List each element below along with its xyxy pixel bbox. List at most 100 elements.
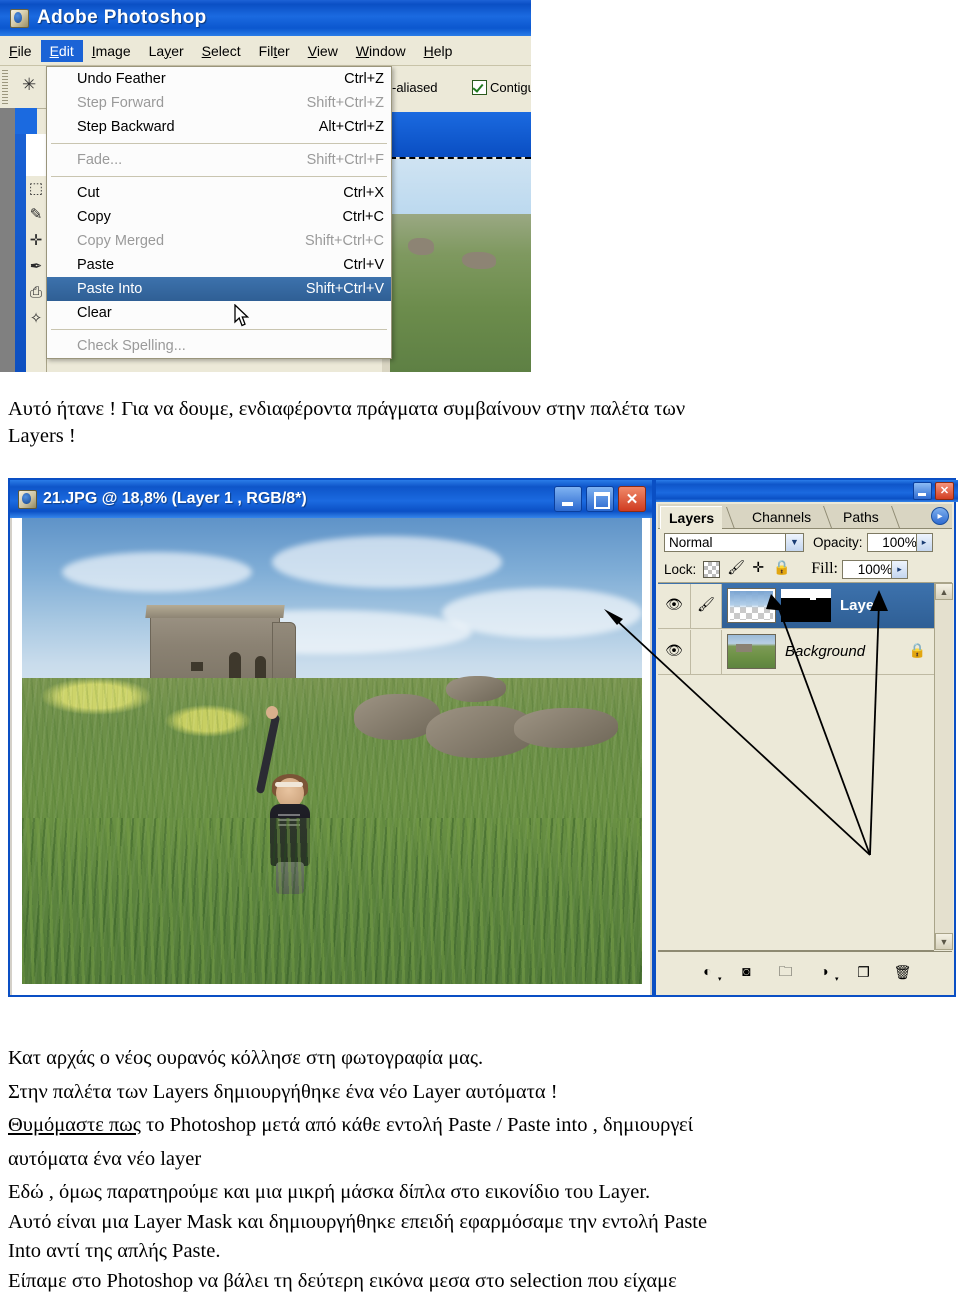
table-row[interactable]: 👁 🖌 Laye...	[658, 583, 934, 629]
edit-dropdown-menu[interactable]: Undo Feather Ctrl+Z Step Forward Shift+C…	[46, 66, 392, 359]
menu-item-shortcut: Shift+Ctrl+V	[306, 281, 384, 297]
tab-divider	[813, 506, 832, 528]
layers-list-scrollbar[interactable]: ▲ ▼	[934, 583, 953, 950]
fill-slider-arrow-icon[interactable]: ▸	[891, 561, 907, 578]
new-group-folder-icon[interactable]: 🗀	[776, 964, 796, 982]
document-icon	[17, 489, 37, 509]
tab-layers[interactable]: Layers	[660, 506, 722, 529]
menu-item-cut[interactable]: Cut Ctrl+X	[47, 181, 391, 205]
paragraph-2-line-1: Κατ αρχάς ο νέος ουρανός κόλλησε στη φωτ…	[8, 1044, 952, 1074]
tab-channels[interactable]: Channels	[744, 506, 819, 528]
tab-divider	[881, 506, 900, 528]
marquee-tool-icon[interactable]: ⬚	[26, 176, 46, 202]
paragraph-2-line-3: Θυμόμαστε πως το Photoshop μετά από κάθε…	[8, 1111, 952, 1141]
add-layer-mask-icon[interactable]: ◙	[737, 964, 757, 982]
minimize-button[interactable]	[554, 486, 582, 512]
app-menubar[interactable]: File Edit Image Layer Select Filter View…	[0, 36, 531, 66]
lock-move-icon[interactable]: ✛	[750, 562, 766, 576]
contiguous-checkbox[interactable]	[472, 80, 487, 95]
tab-label: Layers	[669, 510, 714, 526]
adjustment-layer-icon[interactable]: ◑▾	[815, 964, 835, 982]
lock-all-padlock-icon[interactable]: 🔒	[773, 562, 789, 576]
background-photo-thumbnail[interactable]	[727, 634, 776, 669]
stone-rubble	[514, 708, 618, 748]
menu-item-label: Step Forward	[77, 95, 164, 111]
menu-item-paste[interactable]: Paste Ctrl+V	[47, 253, 391, 277]
options-bar-right[interactable]: -aliased Contiguo	[390, 66, 531, 114]
fill-input[interactable]: 100% ▸	[842, 560, 908, 579]
opacity-input[interactable]: 100% ▸	[867, 533, 933, 552]
menu-layer[interactable]: Layer	[140, 40, 193, 62]
layers-list[interactable]: 👁 🖌 Laye... 👁 Background 🔒	[658, 583, 934, 951]
lasso-tool-icon[interactable]: ✎	[26, 202, 46, 228]
menu-select[interactable]: Select	[193, 40, 250, 62]
window-edge-blue	[15, 108, 26, 372]
menu-window[interactable]: Window	[347, 40, 415, 62]
palette-close-button[interactable]: ✕	[935, 482, 954, 500]
dropdown-dot-icon: ▾	[718, 975, 722, 983]
lock-paintbrush-icon[interactable]: 🖌	[727, 562, 743, 576]
scroll-down-button[interactable]: ▼	[935, 933, 953, 950]
canvas-preview-sliver	[390, 112, 531, 372]
pasted-sky-band	[390, 112, 531, 157]
canvas-area[interactable]	[12, 518, 650, 995]
palette-tabs[interactable]: Layers Channels Paths	[658, 504, 952, 529]
delete-layer-trash-icon[interactable]: 🗑	[893, 964, 913, 982]
paragraph-3: Εδώ , όμως παρατηρούμε και μια μικρή μάσ…	[8, 1178, 952, 1296]
menu-item-copy-merged: Copy Merged Shift+Ctrl+C	[47, 229, 391, 253]
menu-item-paste-into[interactable]: Paste Into Shift+Ctrl+V	[47, 277, 391, 301]
chevron-down-icon[interactable]: ▼	[785, 534, 803, 551]
close-button[interactable]: ✕	[618, 486, 646, 512]
layer-mask-thumbnail[interactable]	[781, 589, 831, 622]
healing-brush-tool-icon[interactable]: ✒	[26, 254, 46, 280]
magic-wand-tool-icon[interactable]: ✳	[22, 76, 36, 93]
paragraph-1-line-2: Layers !	[8, 423, 952, 450]
maximize-button[interactable]	[586, 486, 614, 512]
palette-minimize-button[interactable]	[913, 482, 932, 500]
menu-filter[interactable]: Filter	[250, 40, 299, 62]
layers-palette-footer[interactable]: ◐▾ ◙ 🗀 ◑▾ ❐ 🗑	[658, 951, 952, 994]
cloud-shape	[272, 536, 502, 588]
table-row[interactable]: 👁 Background 🔒	[658, 629, 934, 675]
menu-item-undo-feather[interactable]: Undo Feather Ctrl+Z	[47, 67, 391, 91]
sky-layer-thumbnail[interactable]	[727, 588, 776, 623]
layer-visibility-eye-icon[interactable]: 👁	[658, 584, 691, 628]
layer-active-brush-icon[interactable]: 🖌	[691, 584, 722, 628]
layer-link-cell[interactable]	[691, 630, 722, 674]
blend-mode-select[interactable]: Normal ▼	[664, 533, 804, 552]
menu-item-copy[interactable]: Copy Ctrl+C	[47, 205, 391, 229]
menu-file[interactable]: File	[0, 40, 41, 62]
pen-tool-icon[interactable]: ✧	[26, 306, 46, 332]
menu-item-shortcut: Ctrl+V	[343, 257, 384, 273]
menu-edit[interactable]: Edit	[41, 40, 83, 62]
stamp-tool-icon[interactable]: ⎙	[26, 280, 46, 306]
layer-visibility-eye-icon[interactable]: 👁	[658, 630, 691, 674]
palette-menu-arrow-icon[interactable]: ▸	[931, 507, 949, 525]
tab-label: Paths	[843, 509, 879, 525]
tool-icon-column[interactable]: ⬚ ✎ ✛ ✒ ⎙ ✧	[26, 176, 46, 372]
crop-tool-icon[interactable]: ✛	[26, 228, 46, 254]
menu-help[interactable]: Help	[415, 40, 462, 62]
menu-image[interactable]: Image	[83, 40, 140, 62]
menu-view[interactable]: View	[299, 40, 347, 62]
tab-paths[interactable]: Paths	[835, 506, 887, 528]
rock-shape	[408, 238, 434, 255]
tools-palette[interactable]: ✳ ⬚ ✎ ✛ ✒ ⎙ ✧	[0, 66, 47, 372]
layer-style-fx-icon[interactable]: ◐▾	[698, 964, 718, 982]
menu-item-clear[interactable]: Clear	[47, 301, 391, 325]
tab-divider	[716, 507, 735, 529]
paragraph-3-line-3: Into αντί της απλής Paste.	[8, 1237, 952, 1267]
layer-name[interactable]: Laye...	[840, 597, 887, 614]
paragraph-1-line-1: Αυτό ήτανε ! Για να δουμε, ενδιαφέροντα …	[8, 396, 952, 423]
blend-mode-row: Normal ▼ Opacity: 100% ▸	[658, 529, 952, 555]
layer-name[interactable]: Background	[785, 643, 865, 660]
opacity-slider-arrow-icon[interactable]: ▸	[916, 534, 932, 551]
lock-transparency-icon[interactable]	[703, 561, 720, 578]
scroll-up-button[interactable]: ▲	[935, 583, 953, 600]
window-titlebar-sliver	[15, 108, 37, 134]
new-layer-icon[interactable]: ❐	[854, 964, 874, 982]
lock-row: Lock: 🖌 ✛ 🔒 Fill: 100% ▸	[658, 556, 952, 583]
menu-item-step-backward[interactable]: Step Backward Alt+Ctrl+Z	[47, 115, 391, 139]
document-window-buttons[interactable]: ✕	[554, 486, 646, 512]
palette-grab-handle[interactable]	[2, 70, 8, 104]
